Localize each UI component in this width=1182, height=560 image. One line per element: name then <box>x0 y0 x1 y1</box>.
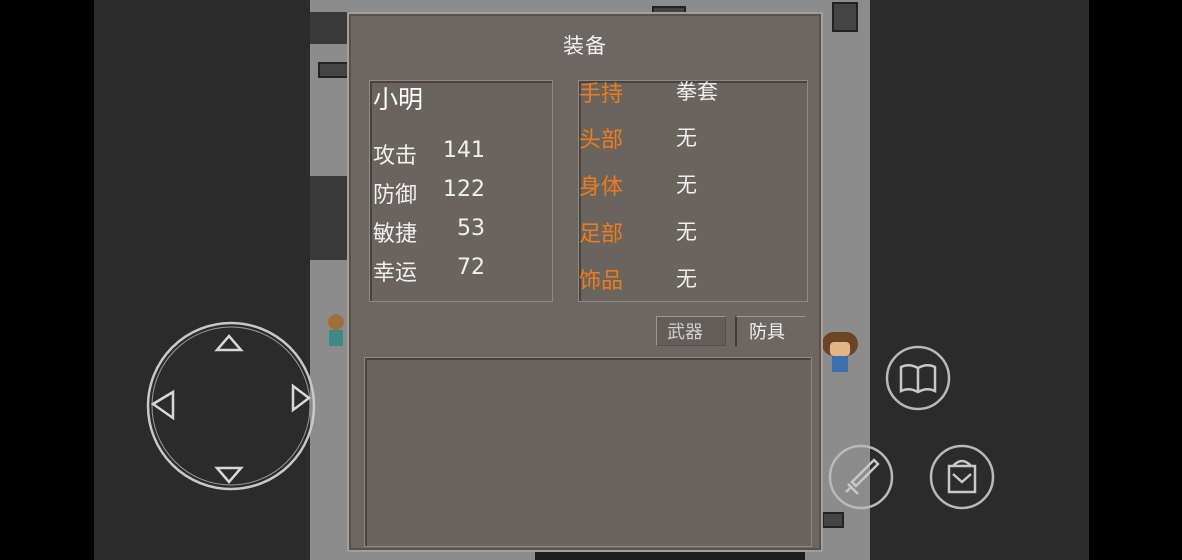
panel-title: 装备 <box>563 34 607 58</box>
item-list-box[interactable] <box>364 357 812 547</box>
chest-prop <box>822 512 844 528</box>
stat-value-luck: 72 <box>457 255 485 280</box>
letterbox-right <box>1089 0 1182 560</box>
slot-value-accessory[interactable]: 无 <box>676 263 697 293</box>
bag-icon[interactable] <box>929 444 995 510</box>
stat-label-luck: 幸运 <box>373 261 418 286</box>
slot-label-body[interactable]: 身体 <box>579 169 623 201</box>
stat-value-attack: 141 <box>443 138 485 163</box>
tab-armor[interactable]: 防具 <box>735 316 805 346</box>
slot-label-hand[interactable]: 手持 <box>579 76 623 108</box>
player-body <box>832 356 848 372</box>
slot-label-feet[interactable]: 足部 <box>579 216 623 248</box>
dpad-down-icon[interactable] <box>214 466 244 484</box>
tab-weapon[interactable]: 武器 <box>656 316 726 346</box>
wall-block <box>310 12 350 44</box>
equipment-panel: 装备 小明 攻击 141 防御 122 敏捷 53 幸运 72 手持 拳套 头部… <box>347 12 823 552</box>
letterbox-left <box>0 0 94 560</box>
dpad-right-icon[interactable] <box>291 383 312 413</box>
npc-body <box>329 330 343 346</box>
stat-value-defense: 122 <box>443 177 485 202</box>
crate-prop <box>832 2 858 32</box>
player-character[interactable] <box>822 332 862 372</box>
book-icon[interactable] <box>885 345 951 411</box>
npc-character[interactable] <box>324 314 348 354</box>
stat-label-defense: 防御 <box>373 183 418 208</box>
dpad-icon[interactable] <box>145 320 317 492</box>
stat-label-agility: 敏捷 <box>373 222 418 247</box>
stat-label-attack: 攻击 <box>373 144 418 169</box>
slot-label-head[interactable]: 头部 <box>579 122 623 154</box>
dpad-up-icon[interactable] <box>214 334 244 352</box>
player-face <box>830 342 850 356</box>
npc-head <box>328 314 344 330</box>
game-screen: 装备 小明 攻击 141 防御 122 敏捷 53 幸运 72 手持 拳套 头部… <box>0 0 1182 560</box>
slot-value-hand[interactable]: 拳套 <box>676 76 718 106</box>
slot-label-accessory[interactable]: 饰品 <box>579 263 623 295</box>
slot-value-feet[interactable]: 无 <box>676 216 697 246</box>
stat-value-agility: 53 <box>457 216 485 241</box>
slot-value-head[interactable]: 无 <box>676 122 697 152</box>
dpad-left-icon[interactable] <box>150 389 175 421</box>
sword-icon[interactable] <box>828 444 894 510</box>
character-name: 小明 <box>373 85 424 114</box>
wall-block <box>310 176 350 260</box>
slot-value-body[interactable]: 无 <box>676 169 697 199</box>
